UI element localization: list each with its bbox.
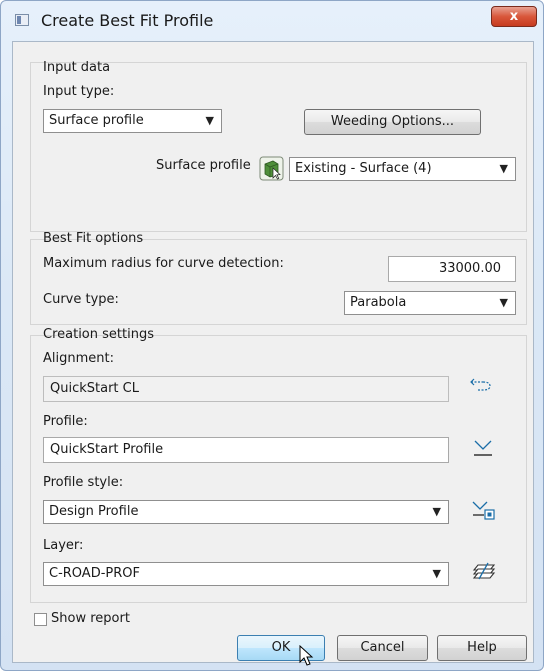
surface-pick-icon[interactable]	[259, 156, 284, 181]
layer-select[interactable]: C-ROAD-PROF ▼	[43, 562, 449, 586]
layer-value: C-ROAD-PROF	[49, 566, 140, 581]
surface-profile-value: Existing - Surface (4)	[295, 161, 432, 176]
max-radius-label: Maximum radius for curve detection:	[43, 256, 284, 271]
layer-icon[interactable]	[470, 559, 498, 585]
chevron-down-icon: ▼	[432, 567, 441, 580]
profile-style-edit-icon[interactable]	[470, 497, 498, 523]
input-data-group-label: Input data	[43, 60, 111, 75]
best-fit-options-group-label: Best Fit options	[43, 231, 144, 246]
cancel-button[interactable]: Cancel	[337, 635, 428, 661]
chevron-down-icon: ▼	[499, 162, 508, 175]
chevron-down-icon: ▼	[205, 114, 214, 127]
alignment-pick-icon[interactable]	[468, 374, 496, 398]
input-type-value: Surface profile	[49, 113, 144, 128]
curve-type-label: Curve type:	[43, 292, 119, 307]
creation-settings-group-label: Creation settings	[43, 327, 154, 342]
alignment-field[interactable]: QuickStart CL	[43, 376, 449, 402]
surface-profile-label: Surface profile	[156, 158, 251, 173]
chevron-down-icon: ▼	[499, 296, 508, 309]
surface-profile-select[interactable]: Existing - Surface (4) ▼	[289, 157, 516, 181]
alignment-label: Alignment:	[43, 351, 114, 366]
mouse-cursor-icon	[299, 644, 315, 667]
show-report-checkbox[interactable]	[34, 613, 47, 626]
max-radius-input[interactable]: 33000.00	[388, 256, 516, 282]
max-radius-value: 33000.00	[438, 261, 501, 276]
curve-type-value: Parabola	[350, 295, 407, 310]
show-report-label[interactable]: Show report	[51, 611, 130, 626]
title-bar[interactable]: Create Best Fit Profile x	[1, 1, 543, 41]
profile-style-select[interactable]: Design Profile ▼	[43, 500, 449, 524]
window-title: Create Best Fit Profile	[41, 11, 214, 30]
profile-style-value: Design Profile	[49, 504, 139, 519]
chevron-down-icon: ▼	[432, 505, 441, 518]
app-icon	[15, 14, 29, 26]
alignment-value: QuickStart CL	[50, 381, 139, 396]
layer-label: Layer:	[43, 538, 84, 553]
profile-name-input[interactable]: QuickStart Profile	[43, 437, 449, 463]
dialog-window: Create Best Fit Profile x Input data Inp…	[0, 0, 544, 671]
profile-style-label: Profile style:	[43, 475, 124, 490]
input-type-select[interactable]: Surface profile ▼	[43, 109, 222, 133]
weeding-options-button[interactable]: Weeding Options...	[304, 109, 481, 135]
close-button[interactable]: x	[491, 6, 537, 27]
profile-edit-icon[interactable]	[470, 435, 496, 459]
profile-label: Profile:	[43, 414, 88, 429]
profile-name-value: QuickStart Profile	[50, 442, 164, 457]
help-button[interactable]: Help	[437, 635, 527, 661]
input-type-label: Input type:	[43, 84, 115, 99]
dialog-client-area: Input data Input type: Surface profile ▼…	[12, 41, 534, 666]
curve-type-select[interactable]: Parabola ▼	[344, 291, 516, 315]
